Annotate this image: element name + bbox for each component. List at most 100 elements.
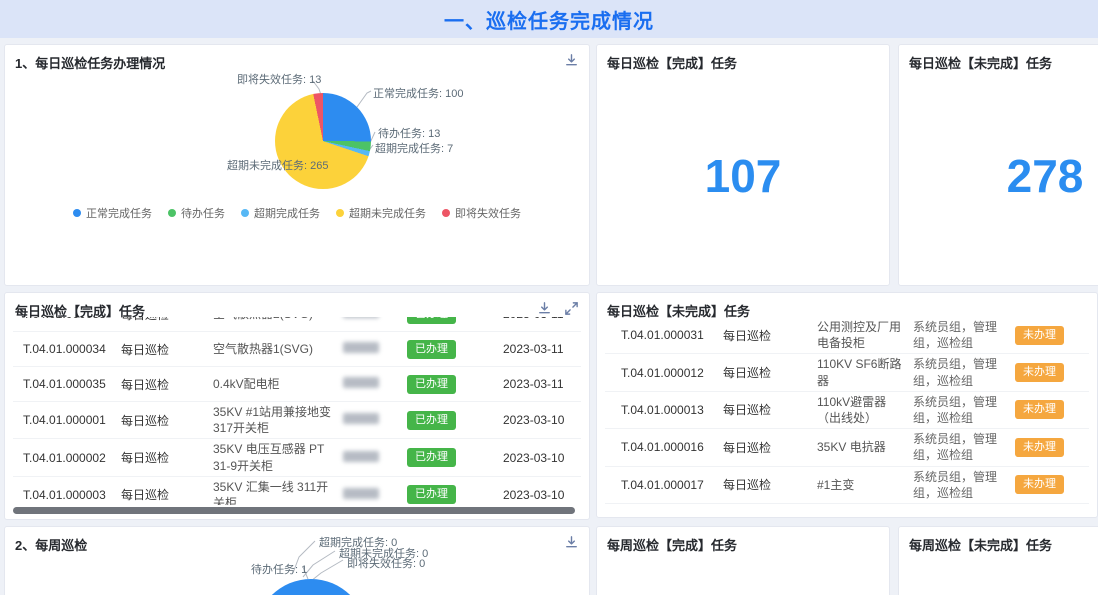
table-row: T.04.01.000002 每日巡检 35KV 电压互感器 PT 31-9开关… <box>13 439 581 476</box>
legend-label: 即将失效任务 <box>455 205 521 221</box>
equipment-name: 110KV SF6断路器 <box>817 356 913 388</box>
task-id: T.04.01.000017 <box>621 478 723 492</box>
legend-item-normal[interactable]: 正常完成任务 <box>73 205 152 221</box>
legend-item-expiring[interactable]: 即将失效任务 <box>442 205 521 221</box>
legend-item-overdue-done[interactable]: 超期完成任务 <box>241 205 320 221</box>
status-badge: 已办理 <box>407 448 456 467</box>
task-type: 每日巡检 <box>723 476 817 493</box>
pie-label-overdue-done: 超期完成任务: 7 <box>375 140 453 156</box>
legend-dot <box>336 209 344 217</box>
legend-label: 超期完成任务 <box>254 205 320 221</box>
weekly-pie-chart[interactable] <box>255 579 367 595</box>
table-row: T.04.01.000031 每日巡检 公用测控及厂用电备投柜 系统员组，管理组… <box>605 317 1089 354</box>
task-type: 每日巡检 <box>121 486 213 503</box>
equipment-name: 空气散热器1(SVG) <box>213 341 343 357</box>
group-names: 系统员组，管理组，巡检组 <box>913 469 1015 501</box>
task-id: T.04.01.000012 <box>621 366 723 380</box>
redacted-person <box>343 342 379 353</box>
task-id: T.04.01.000016 <box>621 440 723 454</box>
legend-dot <box>442 209 450 217</box>
download-icon[interactable] <box>564 53 579 68</box>
task-type: 每日巡检 <box>121 341 213 358</box>
legend-dot <box>168 209 176 217</box>
legend-item-overdue-undone[interactable]: 超期未完成任务 <box>336 205 426 221</box>
card-title: 每日巡检【完成】任务 <box>607 53 737 72</box>
task-type: 每日巡检 <box>121 317 213 323</box>
table-row: T.04.01.000012 每日巡检 110KV SF6断路器 系统员组，管理… <box>605 354 1089 391</box>
table-row: T.04.01.000017 每日巡检 #1主变 系统员组，管理组，巡检组 未办… <box>605 467 1089 504</box>
group-names: 系统员组，管理组，巡检组 <box>913 356 1015 388</box>
status-badge: 已办理 <box>407 375 456 394</box>
status-badge: 已办理 <box>407 340 456 359</box>
task-id: T.04.01.000031 <box>621 328 723 342</box>
status-badge: 已办理 <box>407 411 456 430</box>
daily-undone-table-card: 每日巡检【未完成】任务 T.04.01.000031 每日巡检 公用测控及厂用电… <box>596 292 1098 518</box>
equipment-name: 0.4kV配电柜 <box>213 376 343 392</box>
download-icon[interactable] <box>564 535 579 550</box>
legend-item-todo[interactable]: 待办任务 <box>168 205 225 221</box>
redacted-person <box>343 451 379 462</box>
status-badge: 未办理 <box>1015 326 1064 345</box>
equipment-name: 空气散热器2(SVG) <box>213 317 343 322</box>
download-icon[interactable] <box>537 301 552 316</box>
weekly-pie-card: 2、每周巡检 超期完成任务: 0 超期未完成任务: 0 即将失效任务: 0 待办… <box>4 526 590 595</box>
task-id: T.04.01.000003 <box>23 488 121 502</box>
status-badge: 未办理 <box>1015 475 1064 494</box>
group-names: 系统员组，管理组，巡检组 <box>913 394 1015 426</box>
status-badge: 未办理 <box>1015 400 1064 419</box>
table-row: T.04.01.000035 每日巡检 0.4kV配电柜 已办理 2023-03… <box>13 367 581 402</box>
undone-table[interactable]: T.04.01.000031 每日巡检 公用测控及厂用电备投柜 系统员组，管理组… <box>605 317 1089 511</box>
expand-icon[interactable] <box>564 301 579 316</box>
task-type: 每日巡检 <box>723 327 817 344</box>
daily-done-count-card: 每日巡检【完成】任务 107 <box>596 44 890 286</box>
equipment-name: 35KV 电压互感器 PT 31-9开关柜 <box>213 441 343 473</box>
pie-label-todo: 待办任务: 1 <box>251 561 307 577</box>
horizontal-scrollbar[interactable] <box>13 507 575 514</box>
card-title: 每周巡检【完成】任务 <box>607 535 737 554</box>
task-id: T.04.01.000001 <box>23 413 121 427</box>
equipment-name: 35KV 电抗器 <box>817 439 913 455</box>
card-title: 每周巡检【未完成】任务 <box>909 535 1052 554</box>
page-header: 一、巡检任务完成情况 <box>0 0 1098 38</box>
task-type: 每日巡检 <box>723 364 817 381</box>
weekly-done-count-card: 每周巡检【完成】任务 <box>596 526 890 595</box>
done-table[interactable]: T.04.01.000033 每日巡检 空气散热器2(SVG) 已办理 2023… <box>13 317 581 505</box>
legend-label: 待办任务 <box>181 205 225 221</box>
task-type: 每日巡检 <box>121 412 213 429</box>
task-date: 2023-03-10 <box>503 413 581 427</box>
dashboard-page: 一、巡检任务完成情况 1、每日巡检任务办理情况 即将失效任务: 13 正常完成任… <box>0 0 1098 595</box>
redacted-person <box>343 317 379 318</box>
task-date: 2023-03-10 <box>503 488 581 502</box>
card-title: 每日巡检【未完成】任务 <box>909 53 1052 72</box>
task-date: 2023-03-11 <box>503 317 581 321</box>
daily-undone-count-card: 每日巡检【未完成】任务 278 <box>898 44 1098 286</box>
daily-done-table-card: 每日巡检【完成】任务 T.04.01.000033 每日巡检 空气散热器2(SV… <box>4 292 590 520</box>
legend-label: 超期未完成任务 <box>349 205 426 221</box>
redacted-person <box>343 377 379 388</box>
table-row: T.04.01.000003 每日巡检 35KV 汇集一线 311开关柜 已办理… <box>13 477 581 505</box>
table-row: T.04.01.000001 每日巡检 35KV #1站用兼接地变 317开关柜… <box>13 402 581 439</box>
task-type: 每日巡检 <box>121 449 213 466</box>
status-badge: 已办理 <box>407 317 456 324</box>
task-date: 2023-03-11 <box>503 377 581 391</box>
task-id: T.04.01.000034 <box>23 342 121 356</box>
daily-pie-chart[interactable] <box>275 93 371 189</box>
legend-dot <box>73 209 81 217</box>
group-names: 系统员组，管理组，巡检组 <box>913 431 1015 463</box>
pie-label-overdue-undone: 超期未完成任务: 265 <box>227 157 328 173</box>
equipment-name: #1主变 <box>817 477 913 493</box>
status-badge: 已办理 <box>407 485 456 504</box>
pie-label-normal: 正常完成任务: 100 <box>373 85 463 101</box>
redacted-person <box>343 488 379 499</box>
table-row: T.04.01.000013 每日巡检 110kV避雷器（出线处） 系统员组，管… <box>605 392 1089 429</box>
redacted-person <box>343 413 379 424</box>
pie-label-expiring: 即将失效任务: 13 <box>237 71 321 87</box>
equipment-name: 110kV避雷器（出线处） <box>817 394 913 426</box>
status-badge: 未办理 <box>1015 363 1064 382</box>
legend-dot <box>241 209 249 217</box>
legend-label: 正常完成任务 <box>86 205 152 221</box>
equipment-name: 35KV #1站用兼接地变 317开关柜 <box>213 404 343 436</box>
equipment-name: 公用测控及厂用电备投柜 <box>817 319 913 351</box>
page-title: 一、巡检任务完成情况 <box>444 5 654 34</box>
card-title: 1、每日巡检任务办理情况 <box>15 53 165 72</box>
